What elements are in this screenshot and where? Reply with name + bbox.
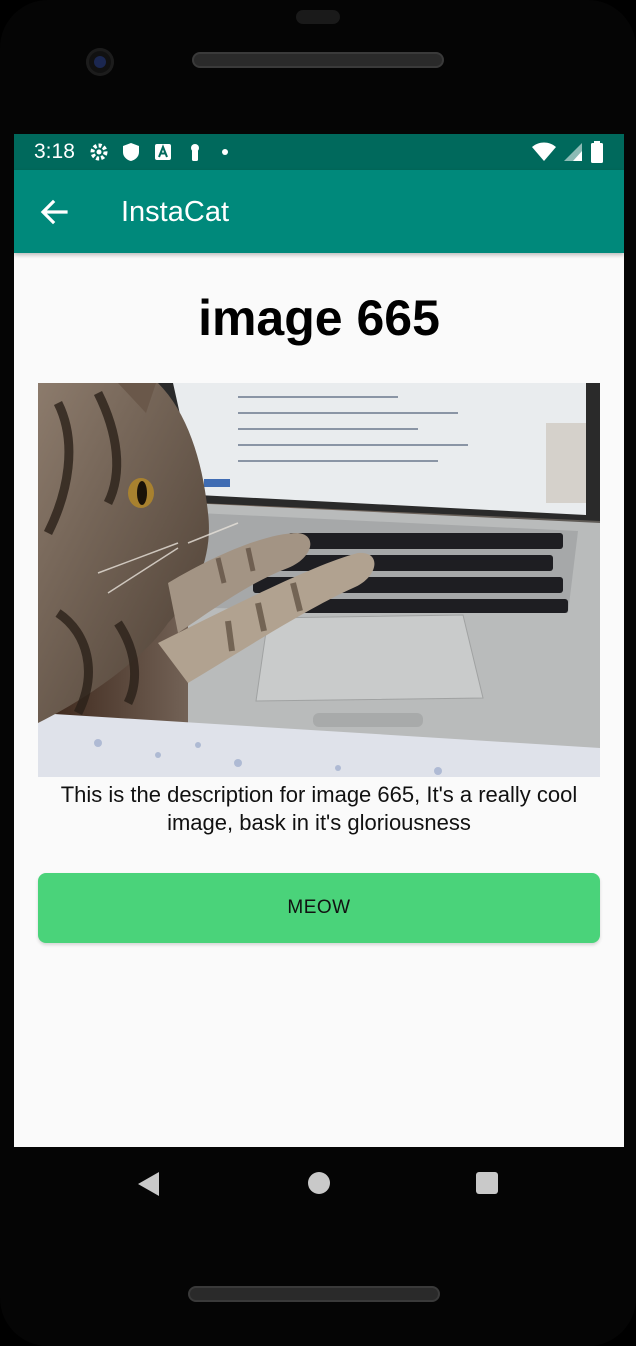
image-title: image 665 bbox=[198, 290, 440, 346]
nav-back-icon[interactable] bbox=[137, 1171, 161, 1197]
status-bar: 3:18 bbox=[14, 134, 624, 170]
meow-button[interactable]: MEOW bbox=[38, 873, 600, 943]
signal-icon bbox=[564, 142, 582, 168]
a-icon bbox=[153, 142, 173, 162]
app-bar: InstaCat bbox=[14, 170, 624, 253]
screen: 3:18 InstaCat image 665 This is the desc… bbox=[14, 134, 624, 1147]
dot-icon bbox=[217, 142, 237, 162]
system-nav-bar bbox=[0, 1147, 636, 1217]
nav-recents-icon[interactable] bbox=[476, 1172, 498, 1194]
shield-icon bbox=[121, 142, 141, 162]
bottom-speaker bbox=[188, 1286, 440, 1302]
gear-icon bbox=[89, 142, 109, 162]
earpiece-speaker bbox=[192, 52, 444, 68]
keyhole-icon bbox=[185, 142, 205, 162]
status-time: 3:18 bbox=[34, 140, 75, 163]
top-sensor-pill bbox=[296, 10, 340, 24]
image-description: This is the description for image 665, I… bbox=[60, 782, 578, 835]
front-camera bbox=[86, 48, 114, 76]
wifi-icon bbox=[532, 142, 556, 168]
arrow-left-icon[interactable] bbox=[40, 198, 68, 226]
battery-icon bbox=[590, 141, 604, 169]
phone-frame: 3:18 InstaCat image 665 This is the desc… bbox=[0, 0, 636, 1346]
nav-home-icon[interactable] bbox=[308, 1172, 330, 1194]
app-title: InstaCat bbox=[121, 196, 229, 228]
cat-photo bbox=[38, 383, 600, 777]
